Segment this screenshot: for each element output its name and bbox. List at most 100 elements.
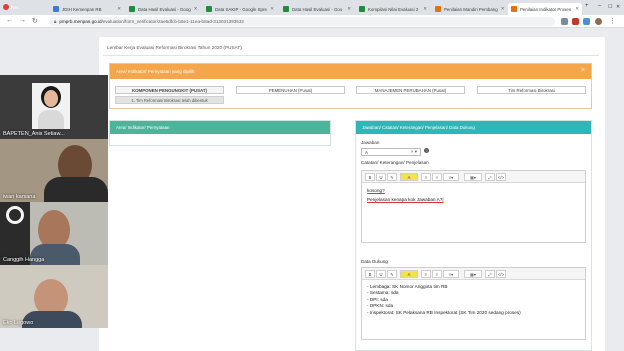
close-window-icon[interactable]: ✕ xyxy=(616,4,620,10)
data-dukung-content[interactable]: - Lembaga: SK Nomor Anggota tim RB - Ses… xyxy=(362,280,585,320)
url-path: /evaluation/form_verificator/2ae6dfcb-b6… xyxy=(101,19,244,24)
page-title: Lembar Kerja Evaluasi Reformasi Birokras… xyxy=(107,45,242,50)
tab-komponen-pengungkit[interactable]: KOMPONEN PENGUNGKIT (PUSAT) xyxy=(115,86,224,94)
browser-tab[interactable]: Data Hasil Evaluasi - Goog ✕ xyxy=(126,3,200,15)
font-color-button[interactable]: A xyxy=(400,173,418,181)
area-indicator-header: Area/ Indikator/ Pernyataan xyxy=(110,121,330,134)
participant-face xyxy=(44,90,58,107)
tab-close-icon[interactable]: ✕ xyxy=(117,6,121,12)
table-button[interactable]: ▦▾ xyxy=(464,270,482,278)
video-tile[interactable]: iwan karsana xyxy=(0,139,108,202)
sub-item-button[interactable]: 1. Tim Reformasi Birokrasi telah dibentu… xyxy=(115,96,224,104)
data-dukung-editor[interactable]: B U ✎ A ≡ ≡ ≡▾ ▦▾ ⤢ </> - Lembaga: SK No… xyxy=(361,267,586,340)
reload-icon[interactable]: ↻ xyxy=(32,17,38,25)
fullscreen-button[interactable]: ⤢ xyxy=(485,173,495,181)
tab-close-icon[interactable]: ✕ xyxy=(423,6,427,12)
recording-label: Rec xyxy=(11,4,20,10)
tab-label: Data SAKIP - Google Spre xyxy=(215,6,267,12)
participant-body xyxy=(44,177,108,202)
ordered-list-button[interactable]: ≡ xyxy=(432,270,442,278)
participant-name: iwan karsana xyxy=(3,194,36,200)
extension-icon[interactable] xyxy=(561,18,568,25)
tab-label: Kompilasi Nilai Evaluasi 2 xyxy=(368,6,419,12)
maximize-icon[interactable]: ☐ xyxy=(608,4,612,10)
underline-button[interactable]: U xyxy=(376,173,386,181)
browser-tab[interactable]: Data Hasil Evaluasi - Goo ✕ xyxy=(280,3,354,15)
browser-menu-icon[interactable]: ⋮ xyxy=(609,17,616,25)
new-tab-icon[interactable]: + xyxy=(585,3,589,9)
tab-tim-reformasi-birokrasi[interactable]: Tim Reformasi Birokrasi xyxy=(477,86,586,94)
back-icon[interactable]: ← xyxy=(6,17,13,24)
clear-format-button[interactable]: ✎ xyxy=(387,173,397,181)
panel-close-icon[interactable]: × xyxy=(581,67,585,74)
catatan-editor[interactable]: B U ✎ A ≡ ≡ ≡▾ ▦▾ ⤢ </> kosong? Penjelas… xyxy=(361,170,586,243)
address-bar: ← → ↻ 🔒︎ pmprb.menpan.go.id/evaluation/f… xyxy=(0,15,624,28)
video-tile[interactable]: BAPETEN_Anis Setiaw... xyxy=(0,75,108,139)
tab-label: Penilaian Mandiri Pembang xyxy=(444,6,498,12)
divider xyxy=(103,55,599,56)
tab-close-icon[interactable]: ✕ xyxy=(194,6,198,12)
jawaban-value: A xyxy=(365,149,369,155)
ordered-list-button[interactable]: ≡ xyxy=(432,173,442,181)
browser-tab[interactable]: JDIH Kemenpan RB ✕ xyxy=(50,3,124,15)
participant-video xyxy=(32,83,70,129)
tab-favicon-icon xyxy=(283,6,289,12)
tab-favicon-icon xyxy=(511,6,517,12)
tab-close-icon[interactable]: ✕ xyxy=(501,6,505,12)
tab-favicon-icon xyxy=(129,6,135,12)
paragraph-button[interactable]: ≡▾ xyxy=(443,270,459,278)
tab-label: JDIH Kemenpan RB xyxy=(62,6,102,12)
selected-area-header: Area/ Indikator/ Pernyataan yang dipilih… xyxy=(110,64,591,79)
catatan-line: kosong? xyxy=(367,188,385,193)
browser-tab[interactable]: Penilaian Mandiri Pembang ✕ xyxy=(432,3,506,15)
underline-button[interactable]: U xyxy=(376,270,386,278)
tab-favicon-icon xyxy=(53,6,59,12)
data-dukung-line: - Inspektorat: SK Pelaksana RB Inspektor… xyxy=(367,309,521,315)
forward-icon[interactable]: → xyxy=(19,17,26,24)
unordered-list-button[interactable]: ≡ xyxy=(421,270,431,278)
participant-name: BAPETEN_Anis Setiaw... xyxy=(3,131,65,137)
paragraph-button[interactable]: ≡▾ xyxy=(443,173,459,181)
tab-manajemen-perubahan[interactable]: MANAJEMEN PERUBAHAN (Pusat) xyxy=(356,86,465,94)
browser-tab-bar: Rec JDIH Kemenpan RB ✕ Data Hasil Evalua… xyxy=(0,0,624,15)
extension-icon[interactable] xyxy=(572,18,579,25)
tab-favicon-icon xyxy=(359,6,365,12)
jawaban-select[interactable]: A × ▾ xyxy=(361,148,421,156)
tab-pemenuhan[interactable]: PEMENUHAN (Pusat) xyxy=(236,86,345,94)
minimize-icon[interactable]: – xyxy=(598,3,601,9)
clear-format-button[interactable]: ✎ xyxy=(387,270,397,278)
url-host: pmprb.menpan.go.id xyxy=(59,19,102,24)
lock-icon: 🔒︎ xyxy=(54,19,57,24)
tab-close-icon[interactable]: ✕ xyxy=(270,6,274,12)
video-tile[interactable]: Canggih Hangga xyxy=(0,202,108,265)
font-color-button[interactable]: A xyxy=(400,270,418,278)
profile-avatar[interactable] xyxy=(595,18,602,25)
tab-close-icon[interactable]: ✕ xyxy=(575,6,579,12)
url-input[interactable]: 🔒︎ pmprb.menpan.go.id/evaluation/form_ve… xyxy=(49,17,555,26)
unordered-list-button[interactable]: ≡ xyxy=(421,173,431,181)
editor-toolbar: B U ✎ A ≡ ≡ ≡▾ ▦▾ ⤢ </> xyxy=(362,268,585,280)
fullscreen-button[interactable]: ⤢ xyxy=(485,270,495,278)
catatan-content[interactable]: kosong? Penjelasan kenapa kok Jawaban A?… xyxy=(362,183,585,207)
code-view-button[interactable]: </> xyxy=(496,270,506,278)
browser-tab[interactable]: Kompilasi Nilai Evaluasi 2 ✕ xyxy=(356,3,430,15)
video-tile[interactable]: Eko Legowo xyxy=(0,265,108,328)
help-icon[interactable]: ? xyxy=(424,148,429,153)
ring-light-icon xyxy=(6,206,24,224)
code-view-button[interactable]: </> xyxy=(496,173,506,181)
bold-button[interactable]: B xyxy=(365,173,375,181)
extension-icon[interactable] xyxy=(583,18,590,25)
tab-close-icon[interactable]: ✕ xyxy=(347,6,351,12)
tab-label: Penilaian Indikator Proses xyxy=(520,6,572,12)
bold-button[interactable]: B xyxy=(365,270,375,278)
tab-label: Data Hasil Evaluasi - Goo xyxy=(292,6,343,12)
browser-tab-active[interactable]: Penilaian Indikator Proses ✕ xyxy=(508,3,582,15)
area-indicator-panel: Area/ Indikator/ Pernyataan xyxy=(109,120,331,146)
editor-toolbar: B U ✎ A ≡ ≡ ≡▾ ▦▾ ⤢ </> xyxy=(362,171,585,183)
selected-area-title: Area/ Indikator/ Pernyataan yang dipilih xyxy=(116,69,195,74)
participant-name: Canggih Hangga xyxy=(3,257,45,263)
browser-tab[interactable]: Data SAKIP - Google Spre ✕ xyxy=(203,3,277,15)
table-button[interactable]: ▦▾ xyxy=(464,173,482,181)
catatan-line: Penjelasan kenapa kok Jawaban A?| xyxy=(367,197,444,202)
select-caret-icon: × ▾ xyxy=(410,149,417,154)
